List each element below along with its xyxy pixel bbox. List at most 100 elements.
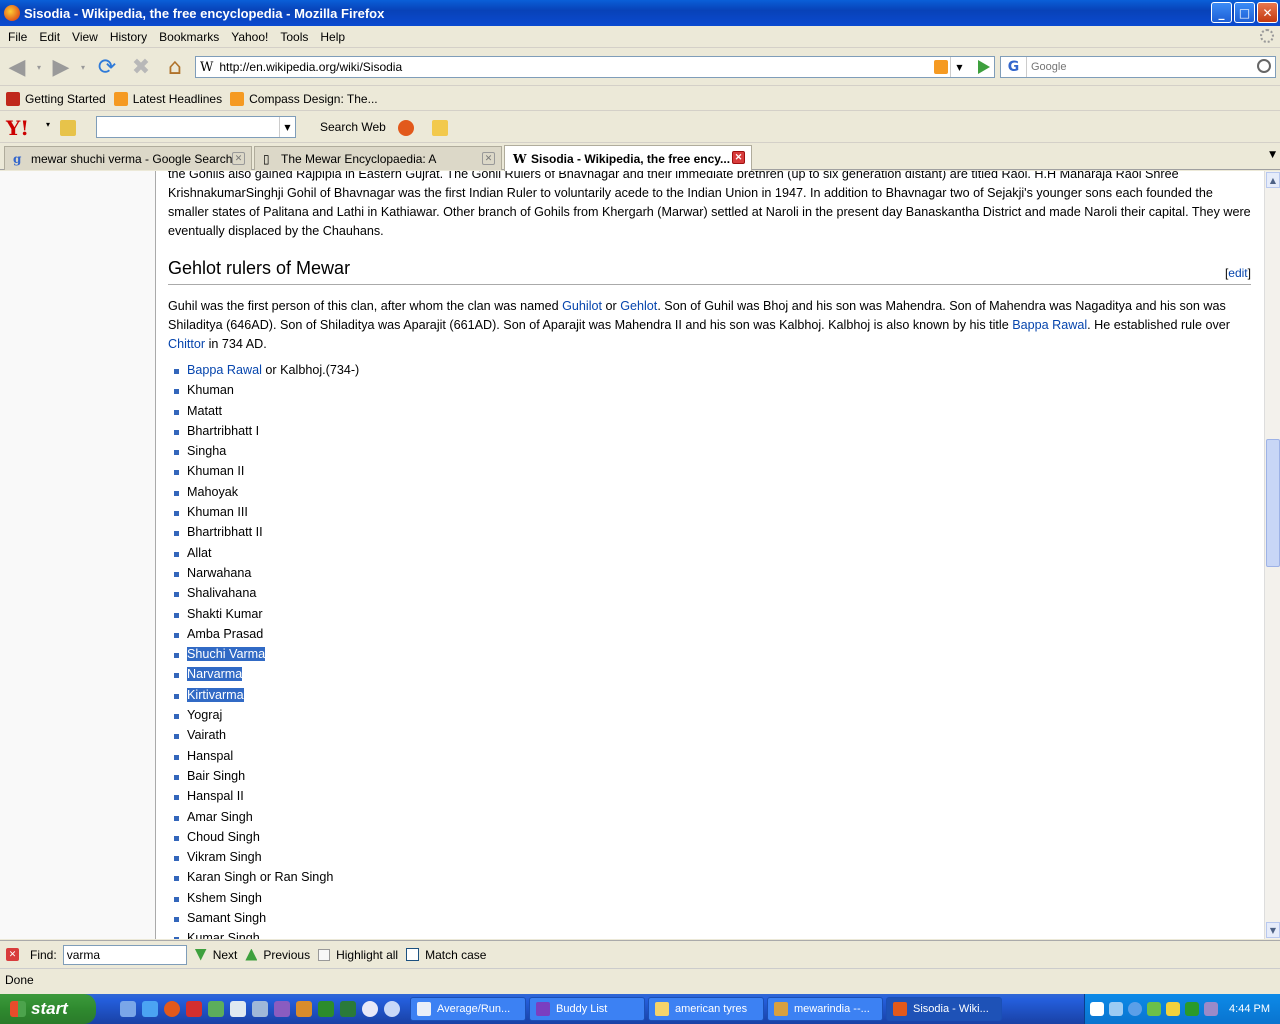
taskbar-button[interactable]: american tyres [648,997,764,1021]
mail-icon[interactable] [432,120,448,136]
menu-yahoo[interactable]: Yahoo! [225,30,274,44]
pencil-icon[interactable] [60,120,76,136]
start-button[interactable]: start [0,994,96,1024]
minimize-button[interactable]: _ [1211,2,1232,23]
search-input[interactable] [1027,61,1237,73]
tray-icon[interactable] [1166,1002,1180,1016]
find-label: Find: [30,947,57,962]
scroll-thumb[interactable] [1266,439,1280,567]
google-engine-icon[interactable]: G [1001,57,1027,77]
ruler-name: Narvarma [187,667,243,682]
link-bappa-rawal[interactable]: Bappa Rawal [187,363,262,377]
tab-mewar-encyclopaedia[interactable]: ▯ The Mewar Encyclopaedia: A ✕ [254,146,502,170]
highlight-all-button[interactable]: Highlight all [318,948,398,962]
tray-icon[interactable] [1109,1002,1123,1016]
menu-bookmarks[interactable]: Bookmarks [153,30,225,44]
address-bar[interactable]: W http://en.wikipedia.org/wiki/Sisodia ▼ [195,56,995,78]
menu-file[interactable]: File [2,30,33,44]
edit-section-link[interactable]: [edit] [1225,266,1251,280]
tray-arrow-icon[interactable] [1128,1002,1142,1016]
back-button[interactable]: ◀ [4,54,30,80]
link-gehlot[interactable]: Gehlot [620,299,657,313]
search-bar[interactable]: G [1000,56,1276,78]
find-close-icon[interactable]: ✕ [6,948,19,961]
ruler-name: Yograj [187,708,223,723]
search-icon[interactable] [1257,59,1271,73]
bookmark-getting-started[interactable]: Getting Started [6,91,106,106]
app-icon[interactable] [274,1001,290,1017]
tab-close-icon[interactable]: ✕ [732,151,745,164]
close-button[interactable]: ✕ [1257,2,1278,23]
app-icon[interactable] [208,1001,224,1017]
ie-icon[interactable] [142,1001,158,1017]
tab-google-search[interactable]: g mewar shuchi verma - Google Search ✕ [4,146,252,170]
tray-icon[interactable] [1147,1002,1161,1016]
find-previous-button[interactable]: Previous [245,948,310,962]
find-next-button[interactable]: Next [194,948,237,962]
yahoo-logo[interactable]: Y! [6,116,29,140]
paragraph-guhil: Guhil was the first person of this clan,… [168,299,1230,351]
tab-sisodia-wikipedia[interactable]: W Sisodia - Wikipedia, the free ency... … [504,145,752,171]
stop-button[interactable]: ✖ [128,54,154,80]
yahoo-search-input[interactable]: ▼ [96,116,296,138]
tab-close-icon[interactable]: ✕ [232,152,245,165]
taskbar-button[interactable]: Buddy List [529,997,645,1021]
link-chittor[interactable]: Chittor [168,337,205,351]
match-case-checkbox[interactable]: Match case [406,948,486,962]
taskbar-button[interactable]: Average/Run... [410,997,526,1021]
wikipedia-favicon-icon: W [200,59,214,75]
app-icon[interactable] [296,1001,312,1017]
app-icon[interactable] [384,1001,400,1017]
taskbar-button[interactable]: mewarindia --... [767,997,883,1021]
list-item: Khuman III [174,502,1251,522]
search-web-button[interactable]: Search Web [320,120,386,134]
ruler-name: Matatt [187,403,222,418]
menu-history[interactable]: History [104,30,153,44]
scroll-down-icon[interactable]: ▼ [1266,922,1280,938]
status-bar: Done [0,968,1280,990]
menu-help[interactable]: Help [314,30,351,44]
tab-list-icon[interactable]: ▼ [1269,150,1276,160]
taskbar-button[interactable]: Sisodia - Wiki... [886,997,1002,1021]
tab-close-icon[interactable]: ✕ [482,152,495,165]
reload-button[interactable]: ⟳ [94,54,120,80]
url-dropdown-icon[interactable]: ▼ [950,57,968,77]
help-icon[interactable] [1090,1002,1104,1016]
app-icon[interactable] [340,1001,356,1017]
wikipedia-icon: W [513,151,527,166]
forward-button[interactable]: ▶ [48,54,74,80]
forward-history-icon[interactable]: ▾ [78,54,88,80]
menu-view[interactable]: View [66,30,104,44]
media-icon[interactable] [362,1001,378,1017]
link-guhilot[interactable]: Guhilot [562,299,602,313]
back-history-icon[interactable]: ▾ [34,54,44,80]
menu-edit[interactable]: Edit [33,30,66,44]
mail-icon[interactable] [230,1001,246,1017]
scroll-up-icon[interactable]: ▲ [1266,172,1280,188]
tray-icon[interactable] [1204,1002,1218,1016]
maximize-button[interactable]: □ [1234,2,1255,23]
yahoo-search-dropdown-icon[interactable]: ▼ [279,117,295,137]
rulers-list: Bappa Rawal or Kalbhoj.(734-) Khuman Mata… [168,360,1251,939]
desktop-icon[interactable] [120,1001,136,1017]
menu-tools[interactable]: Tools [274,30,314,44]
home-button[interactable]: ⌂ [162,54,188,80]
list-item: Kumar Singh [174,928,1251,939]
firefox-icon[interactable] [164,1001,180,1017]
ruler-name: Bhartribhatt II [187,525,263,540]
app-icon[interactable] [186,1001,202,1017]
arrow-up-icon [245,948,258,961]
bookmark-compass-design[interactable]: Compass Design: The... [230,91,378,106]
vertical-scrollbar[interactable]: ▲ ▼ [1264,171,1280,939]
find-input[interactable] [62,944,187,965]
ruler-name: Narwahana [187,565,252,580]
antispy-icon[interactable] [398,120,414,136]
list-item: Bhartribhatt I [174,421,1251,441]
app-icon[interactable] [318,1001,334,1017]
go-button[interactable] [978,60,990,74]
tray-icon[interactable] [1185,1002,1199,1016]
rss-feed-icon[interactable] [934,60,948,74]
app-icon[interactable] [252,1001,268,1017]
link-bappa-rawal[interactable]: Bappa Rawal [1012,318,1087,332]
bookmark-latest-headlines[interactable]: Latest Headlines [113,91,222,106]
